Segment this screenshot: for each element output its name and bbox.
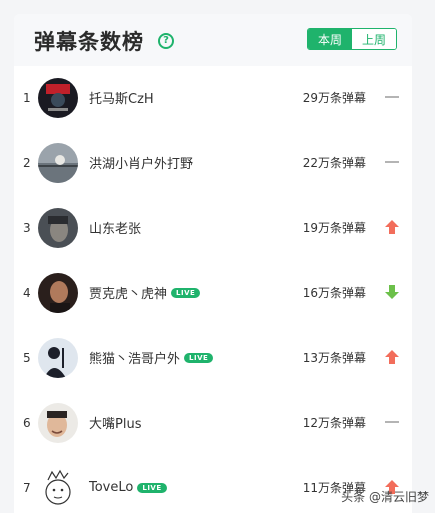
- streamer-name[interactable]: 托马斯CzH: [89, 88, 154, 107]
- tab-last-week[interactable]: 上周: [352, 29, 396, 49]
- avatar[interactable]: [38, 468, 78, 508]
- trend-up-icon: [384, 219, 400, 235]
- streamer-name-group: 洪湖小肖户外打野: [89, 130, 193, 195]
- rank-number: 4: [23, 285, 31, 300]
- danmaku-count: 29万条弹幕: [302, 91, 366, 105]
- danmaku-count: 13万条弹幕: [302, 351, 366, 365]
- streamer-name[interactable]: ToveLo: [89, 480, 133, 495]
- live-badge: LIVE: [171, 287, 201, 298]
- live-badge: LIVE: [184, 352, 214, 363]
- streamer-name[interactable]: 洪湖小肖户外打野: [89, 153, 193, 172]
- page-title: 弹幕条数榜: [34, 30, 144, 54]
- danmaku-count: 16万条弹幕: [302, 286, 366, 300]
- trend-flat-icon: [384, 414, 400, 430]
- list-item[interactable]: 2 洪湖小肖户外打野 22万条弹幕: [14, 130, 412, 195]
- trend-flat-icon: [384, 89, 400, 105]
- rank-number: 1: [23, 90, 31, 105]
- avatar[interactable]: [38, 208, 78, 248]
- streamer-name[interactable]: 贾克虎丶虎神: [89, 283, 167, 302]
- list-item[interactable]: 5 熊猫丶浩哥户外 LIVE 13万条弹幕: [14, 325, 412, 390]
- danmaku-count: 19万条弹幕: [302, 221, 366, 235]
- rank-number: 6: [23, 415, 31, 430]
- trend-flat-icon: [384, 154, 400, 170]
- tab-this-week[interactable]: 本周: [308, 29, 352, 49]
- streamer-name-group: 熊猫丶浩哥户外 LIVE: [89, 325, 214, 390]
- list-item[interactable]: 3 山东老张 19万条弹幕: [14, 195, 412, 260]
- streamer-name-group: 大嘴Plus: [89, 390, 141, 455]
- watermark-text: 头条 @清云旧梦: [341, 490, 429, 504]
- rank-number: 7: [23, 480, 31, 495]
- live-badge: LIVE: [137, 482, 167, 493]
- danmaku-count: 12万条弹幕: [302, 416, 366, 430]
- streamer-name[interactable]: 山东老张: [89, 218, 141, 237]
- trend-up-icon: [384, 349, 400, 365]
- leaderboard-header: 弹幕条数榜 ? 本周 上周: [14, 14, 412, 66]
- week-tabs: 本周 上周: [307, 28, 397, 50]
- streamer-name-group: ToveLo LIVE: [89, 455, 167, 513]
- list-item[interactable]: 4 贾克虎丶虎神 LIVE 16万条弹幕: [14, 260, 412, 325]
- danmaku-count: 22万条弹幕: [302, 156, 366, 170]
- avatar[interactable]: [38, 403, 78, 443]
- rank-number: 5: [23, 350, 31, 365]
- streamer-name-group: 托马斯CzH: [89, 65, 154, 130]
- list-item[interactable]: 1 托马斯CzH 29万条弹幕: [14, 65, 412, 130]
- avatar[interactable]: [38, 78, 78, 118]
- streamer-name-group: 山东老张: [89, 195, 141, 260]
- streamer-name-group: 贾克虎丶虎神 LIVE: [89, 260, 201, 325]
- avatar[interactable]: [38, 273, 78, 313]
- avatar[interactable]: [38, 143, 78, 183]
- trend-down-icon: [384, 284, 400, 300]
- rank-number: 3: [23, 220, 31, 235]
- avatar[interactable]: [38, 338, 78, 378]
- rank-number: 2: [23, 155, 31, 170]
- list-item[interactable]: 6 大嘴Plus 12万条弹幕: [14, 390, 412, 455]
- streamer-name[interactable]: 熊猫丶浩哥户外: [89, 348, 180, 367]
- watermark: 头条 @清云旧梦: [341, 488, 429, 505]
- streamer-name[interactable]: 大嘴Plus: [89, 413, 141, 432]
- question-circle-icon[interactable]: ?: [158, 33, 174, 49]
